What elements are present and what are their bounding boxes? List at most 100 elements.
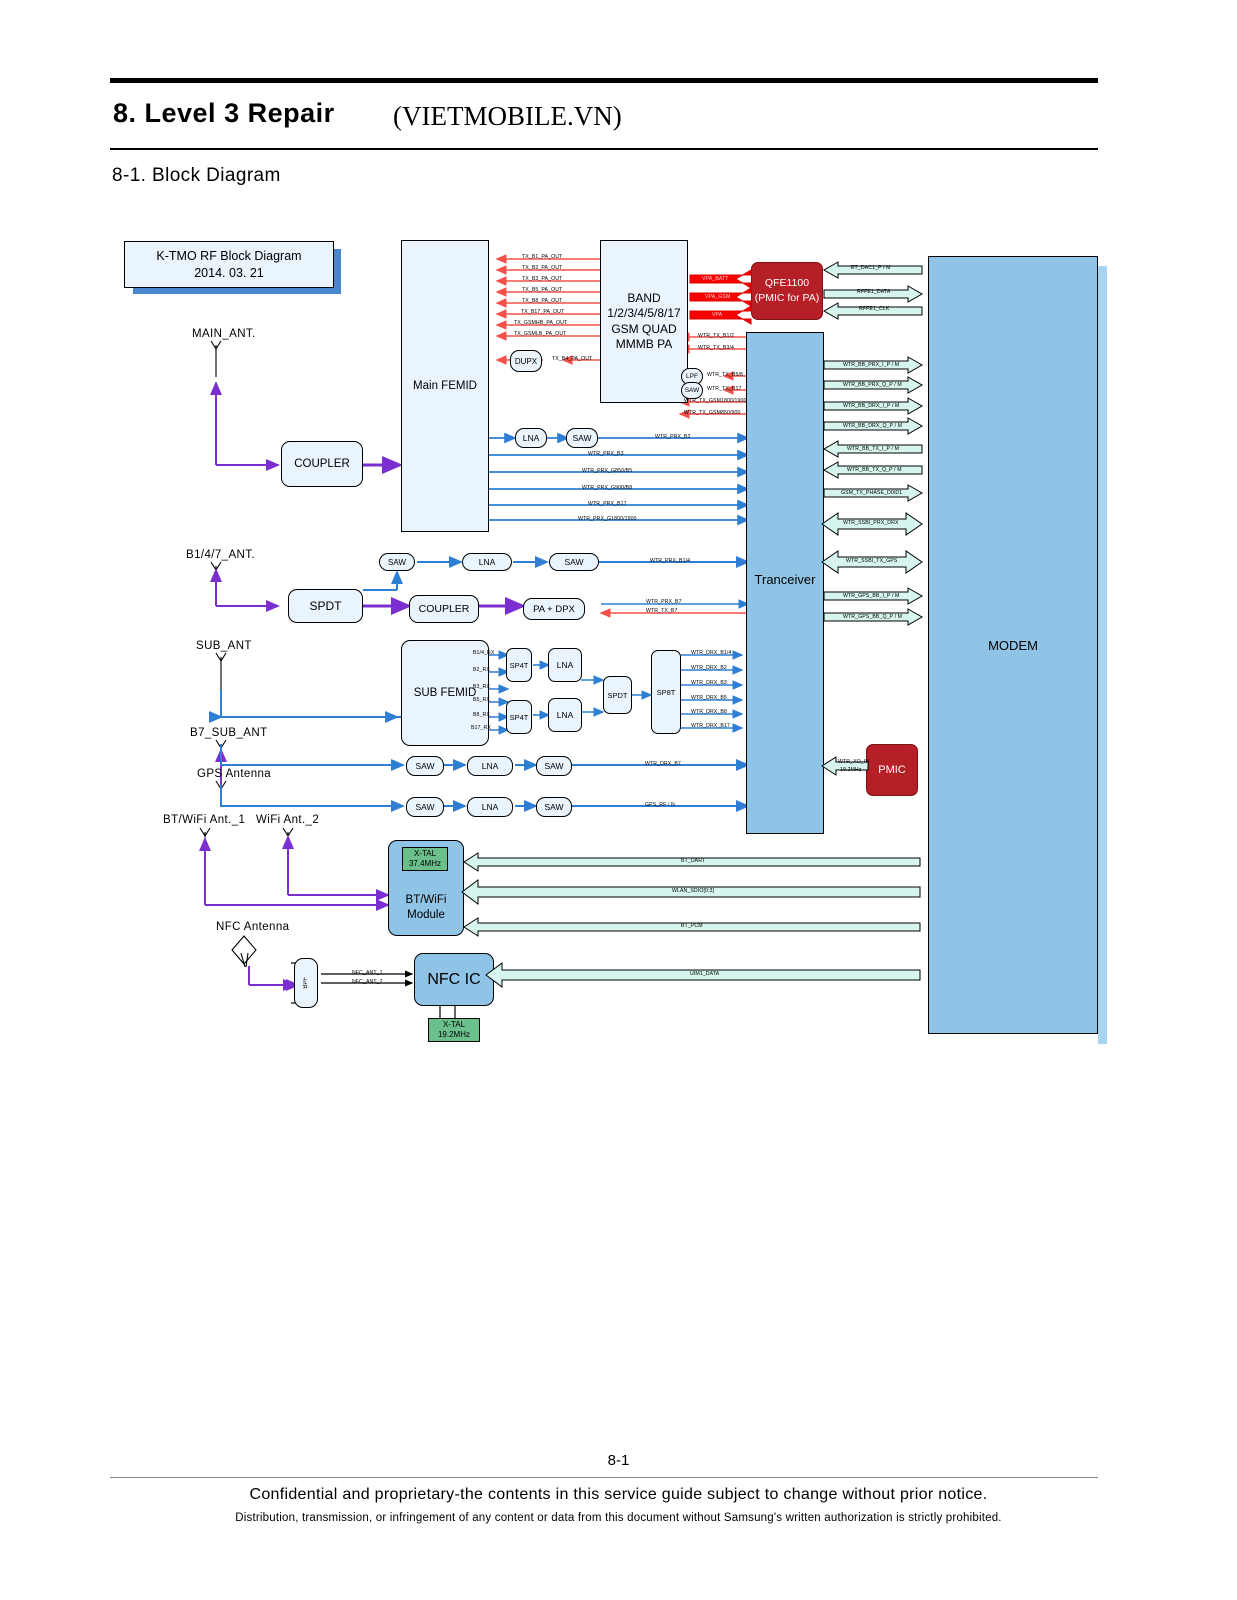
bus-et-dac1: ET_DAC1_P / M [851,265,891,271]
signal-wtr-drx-b3: WTR_DRX_B3 [691,680,727,686]
signal-nfc-ant-1: NFC_ANT_1 [352,970,383,976]
block-nfc-ic[interactable]: NFC IC [414,953,494,1006]
footer-confidential: Confidential and proprietary-the content… [249,1486,988,1503]
modem-label: MODEM [988,637,1038,653]
block-lna-sub-a[interactable]: LNA [548,648,582,682]
block-spdt-rx[interactable]: SPDT [603,676,632,714]
signal-tx-b17: TX_B17_PA_OUT [521,309,565,315]
signal-tx-b3: TX_B3_PA_OUT [522,276,563,282]
block-pmic[interactable]: PMIC [866,744,918,796]
bus-wtr-bb-tx-q: WTR_BB_TX_Q_P / M [847,467,902,473]
bpf-label: BPF [303,977,309,989]
block-spdt-antenna[interactable]: SPDT [288,589,363,623]
block-lna-gps[interactable]: LNA [467,797,513,817]
antenna-label-gps: GPS Antenna [197,768,272,780]
block-lna-main[interactable]: LNA [515,428,547,448]
block-main-femid[interactable]: Main FEMID [401,240,489,532]
block-saw-gps-a[interactable]: SAW [406,797,444,817]
signal-wtr-tx-gsm85: WTR_TX_GSM850/900 [684,410,741,416]
bt-wifi-line2: Module [407,909,445,922]
block-band-pa[interactable]: BAND 1/2/3/4/5/8/17 GSM QUAD MMMB PA [600,240,688,403]
block-coupler-main[interactable]: COUPLER [281,441,363,487]
antenna-label-main: MAIN_ANT. [192,328,256,340]
block-pa-dpx[interactable]: PA + DPX [523,598,585,620]
signal-wtr-prx-g900: WTR_PRX_G900/B8 [582,485,633,491]
signal-wtr-prx-b7: WTR_PRX_B7 [646,599,682,605]
block-modem[interactable]: MODEM [928,256,1098,1034]
signal-wtr-prx-g850: WTR_PRX_G850/B5 [582,468,633,474]
pmic-xo-line2: 19.2MHz [840,767,862,773]
footer-distribution: Distribution, transmission, or infringem… [235,1512,1002,1524]
modem-side-shade [1098,266,1107,1044]
signal-tx-gsmlb: TX_GSMLB_PA_OUT [514,331,567,337]
block-saw-b14-b[interactable]: SAW [549,553,599,571]
block-lna-b7[interactable]: LNA [467,756,513,776]
signal-wtr-prx-b2: WTR_PRX_B2 [655,434,691,440]
block-saw-b14-a[interactable]: SAW [379,553,415,571]
block-sp4t-a[interactable]: SP4T [506,648,532,682]
xtal-bt-line2: 37.4MHz [408,859,441,868]
section-title: 8-1. Block Diagram [112,165,281,186]
block-sp8t[interactable]: SP8T [651,650,681,734]
signal-nfc-ant-2: NFC_ANT_2 [352,979,383,985]
block-saw-b7-a[interactable]: SAW [406,756,444,776]
signal-wtr-drx-b2: WTR_DRX_B2 [691,665,727,671]
block-sp4t-b[interactable]: SP4T [506,700,532,734]
bus-wtr-bb-drx-i: WTR_BB_DRX_I_P / M [843,403,900,409]
antenna-label-nfc: NFC Antenna [216,921,290,933]
signal-wtr-tx-b17: WTR_TX_B17 [707,386,742,392]
page-title: 8. Level 3 Repair [113,98,335,128]
bus-wlan-sdio: WLAN_SDIO[0:3] [672,888,715,894]
signal-gps-rf: GPS_RF / N [645,802,675,808]
antenna-label-b147: B1/4/7_ANT. [186,549,255,561]
signal-tx-b8: TX_B8_PA_OUT [522,298,563,304]
signal-tx-b4: TX_B4_PA_OUT [552,356,593,362]
bus-wtr-bb-prx-i: WTR_BB_PRX_I_P / M [843,362,900,368]
signal-wtr-prx-b3: WTR_PRX_B3 [588,451,624,457]
footer-rule [110,1477,1098,1478]
block-saw-b7-b[interactable]: SAW [536,756,572,776]
xtal-bt-line1: X-TAL [413,849,437,858]
port-b2-rx: B2_RX [473,667,490,673]
signal-wtr-drx-b14: WTR_DRX_B1/4 [691,650,732,656]
block-saw-tx[interactable]: SAW [681,382,703,399]
block-saw-main[interactable]: SAW [566,428,598,448]
signal-tx-b1: TX_B1_PA_OUT [522,254,563,260]
signal-wtr-prx-g1800: WTR_PRX_G1800/1900 [578,516,637,522]
bus-rffe1-data: RFFE1_DATA [857,289,891,295]
signal-wtr-tx-b58: WTR_TX_B5/8 [707,372,743,378]
band-pa-line4: MMMB PA [615,336,673,351]
port-b5-rx: B5_RX [473,697,490,703]
block-lna-b14[interactable]: LNA [462,553,512,571]
diagram-title-line1: K-TMO RF Block Diagram [156,248,302,263]
block-saw-gps-b[interactable]: SAW [536,797,572,817]
block-lna-sub-b[interactable]: LNA [548,698,582,732]
bus-gsm-tx-phase: GSM_TX_PHASE_D0/D1 [841,490,903,496]
signal-wtr-tx-b12: WTR_TX_B1/2 [698,333,734,339]
nfc-antenna-symbol [231,935,257,968]
transceiver-caption: Tranceiver [754,572,816,587]
bus-uim1-data: UIM1_DATA [690,971,720,977]
port-b3-rx: B3_RX [473,684,490,690]
port-b14-rx: B1/4_RX [473,650,495,656]
diagram-title-line2: 2014. 03. 21 [194,265,264,280]
block-dupx[interactable]: DUPX [510,350,542,372]
bus-bt-pcm: BT_PCM [681,923,703,929]
antenna-label-sub: SUB_ANT [196,640,252,652]
bus-wtr-bb-tx-i: WTR_BB_TX_I_P / M [847,446,900,452]
signal-tx-b2: TX_B2_PA_OUT [522,265,563,271]
block-bpf[interactable]: BPF [294,958,318,1008]
bus-wtr-gps-bb-i: WTR_GPS_BB_I_P / M [843,593,900,599]
signal-wtr-tx-b34: WTR_TX_B3/4 [698,345,734,351]
signal-wtr-drx-b7: WTR_DRX_B7 [645,761,681,767]
document-page: 8. Level 3 Repair (VIETMOBILE.VN) 8-1. B… [0,0,1237,1600]
signal-wtr-drx-b17: WTR_DRX_B17 [691,723,730,729]
watermark-text: (VIETMOBILE.VN) [393,101,622,131]
band-pa-line3: GSM QUAD [611,321,677,336]
signal-wtr-prx-b14: WTR_PRX_B1/4 [650,558,691,564]
diagram-title-box: K-TMO RF Block Diagram 2014. 03. 21 [124,241,334,288]
header-rule-top [110,78,1098,83]
block-coupler-b147[interactable]: COUPLER [409,595,479,623]
signal-wtr-tx-b7: WTR_TX_B7 [646,608,678,614]
block-qfe1100[interactable]: QFE1100 (PMIC for PA) [751,262,823,320]
